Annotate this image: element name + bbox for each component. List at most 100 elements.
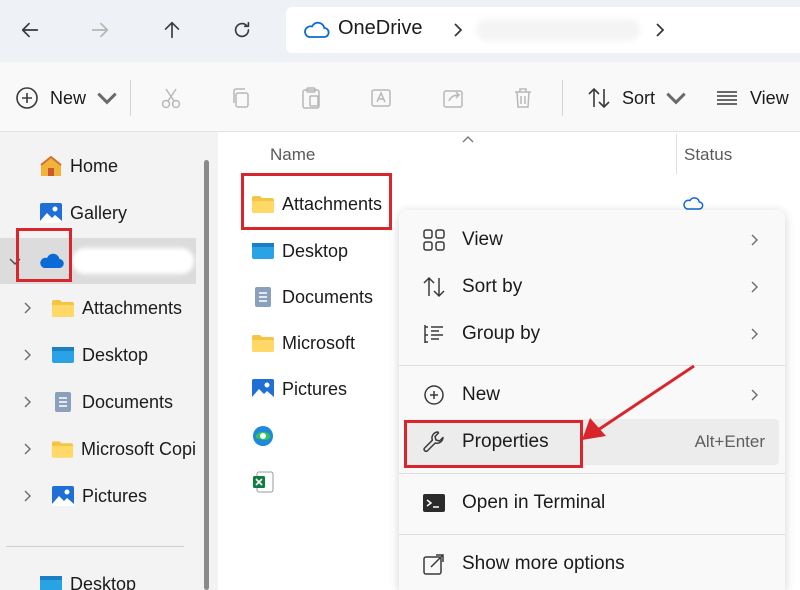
file-row-excel-file[interactable] xyxy=(250,462,282,502)
address-bar[interactable]: OneDrive xyxy=(286,7,800,53)
file-row-attachments[interactable]: Attachments xyxy=(250,184,382,224)
redacted-account-name xyxy=(72,248,194,274)
file-name: Desktop xyxy=(282,240,349,261)
folder-icon xyxy=(252,335,274,352)
folder-icon xyxy=(51,441,74,458)
menu-item-show-more-options[interactable]: Show more options xyxy=(405,541,779,587)
onedrive-cloud-icon xyxy=(40,253,64,269)
chevron-right-icon[interactable] xyxy=(650,19,670,41)
up-button[interactable] xyxy=(156,14,188,46)
rename-icon xyxy=(371,89,391,107)
address-row: OneDrive xyxy=(0,0,800,62)
file-row-microsoft[interactable]: Microsoft xyxy=(250,323,355,363)
sidebar-item-attachments[interactable]: Attachments xyxy=(50,288,182,328)
sidebar-divider xyxy=(6,546,184,547)
redacted-path xyxy=(476,19,640,41)
pictures-icon xyxy=(252,379,274,399)
arrow-up-icon xyxy=(164,21,180,39)
chevron-down-icon[interactable] xyxy=(8,254,22,268)
new-button[interactable]: New xyxy=(14,80,120,116)
sidebar-item-quick-access-desktop[interactable]: Desktop xyxy=(38,572,136,590)
chevron-up-icon xyxy=(462,136,474,143)
arrow-right-icon xyxy=(91,22,109,38)
pictures-icon xyxy=(52,486,74,506)
file-row-edge-shortcut[interactable] xyxy=(250,416,282,456)
menu-item-label: Properties xyxy=(462,431,549,452)
file-name: Pictures xyxy=(282,378,348,399)
folder-icon xyxy=(252,196,274,213)
menu-item-open-in-terminal[interactable]: Open in Terminal xyxy=(405,480,779,526)
file-name: Documents xyxy=(282,286,374,307)
sort-label: Sort xyxy=(622,87,656,108)
sidebar-item-home[interactable]: Home xyxy=(38,146,118,186)
command-bar: New Sort View xyxy=(0,62,800,132)
menu-item-group-by[interactable]: Group by xyxy=(405,311,779,357)
sidebar-item-label: Microsoft Copi xyxy=(80,438,196,459)
folder-icon xyxy=(52,300,74,317)
share-button[interactable] xyxy=(440,80,466,116)
menu-item-label: New xyxy=(462,384,501,405)
chevron-down-icon xyxy=(97,92,117,105)
copy-icon xyxy=(233,88,249,108)
chevron-right-icon[interactable] xyxy=(20,442,34,456)
sort-button[interactable]: Sort xyxy=(586,80,689,116)
sidebar-item-label: Pictures xyxy=(82,485,148,506)
file-row-documents[interactable]: Documents xyxy=(250,277,373,317)
chevron-right-icon[interactable] xyxy=(20,395,34,409)
clipboard-icon xyxy=(302,87,320,109)
file-row-pictures[interactable]: Pictures xyxy=(250,369,347,409)
plus-circle-icon xyxy=(16,87,38,109)
sidebar-item-pictures[interactable]: Pictures xyxy=(50,476,147,516)
file-row-desktop[interactable]: Desktop xyxy=(250,231,348,271)
chevron-right-icon xyxy=(751,328,758,340)
back-button[interactable] xyxy=(14,14,46,46)
menu-divider xyxy=(399,534,785,535)
column-header-name[interactable]: Name xyxy=(270,145,315,165)
menu-item-sort-by[interactable]: Sort by xyxy=(405,264,779,310)
address-location[interactable]: OneDrive xyxy=(338,17,422,40)
refresh-button[interactable] xyxy=(226,14,258,46)
cut-button[interactable] xyxy=(158,80,184,116)
plus-circle-icon xyxy=(424,385,444,405)
chevron-right-icon[interactable] xyxy=(20,348,34,362)
menu-item-view[interactable]: View xyxy=(405,217,779,263)
chevron-right-icon[interactable] xyxy=(448,19,468,41)
chevron-right-icon[interactable] xyxy=(20,301,34,315)
onedrive-cloud-icon xyxy=(304,21,330,38)
sidebar-item-label: Attachments xyxy=(82,297,183,318)
forward-button[interactable] xyxy=(84,14,116,46)
rename-button[interactable] xyxy=(368,80,394,116)
share-icon xyxy=(423,554,444,575)
chevron-right-icon xyxy=(751,389,758,401)
sidebar-scrollbar[interactable] xyxy=(204,160,209,590)
refresh-icon xyxy=(234,21,250,38)
view-button[interactable]: View xyxy=(714,80,789,116)
column-header-status[interactable]: Status xyxy=(684,145,732,165)
copy-button[interactable] xyxy=(228,80,254,116)
scissors-icon xyxy=(161,88,181,109)
column-divider[interactable] xyxy=(676,134,677,174)
sort-icon xyxy=(423,276,445,298)
paste-button[interactable] xyxy=(298,80,324,116)
chevron-right-icon[interactable] xyxy=(20,489,34,503)
new-label: New xyxy=(50,87,87,108)
menu-divider xyxy=(399,473,785,474)
view-label: View xyxy=(750,87,789,108)
documents-icon xyxy=(255,287,271,307)
sidebar-item-onedrive-label[interactable] xyxy=(38,241,70,281)
desktop-folder-icon xyxy=(40,576,62,590)
sidebar-item-documents[interactable]: Documents xyxy=(50,382,173,422)
file-name: Attachments xyxy=(282,193,383,214)
sidebar-item-desktop[interactable]: Desktop xyxy=(50,335,148,375)
sort-icon xyxy=(588,87,610,109)
share-icon xyxy=(443,90,463,108)
trash-icon xyxy=(515,88,531,108)
sidebar-item-microsoft-copilot[interactable]: Microsoft Copi xyxy=(50,429,196,469)
file-name: Microsoft xyxy=(282,332,356,353)
arrow-left-icon xyxy=(21,22,39,38)
delete-button[interactable] xyxy=(510,80,536,116)
home-icon xyxy=(40,155,62,176)
menu-item-shortcut: Alt+Enter xyxy=(694,432,765,451)
sidebar-item-gallery[interactable]: Gallery xyxy=(38,193,127,233)
documents-icon xyxy=(55,392,71,412)
